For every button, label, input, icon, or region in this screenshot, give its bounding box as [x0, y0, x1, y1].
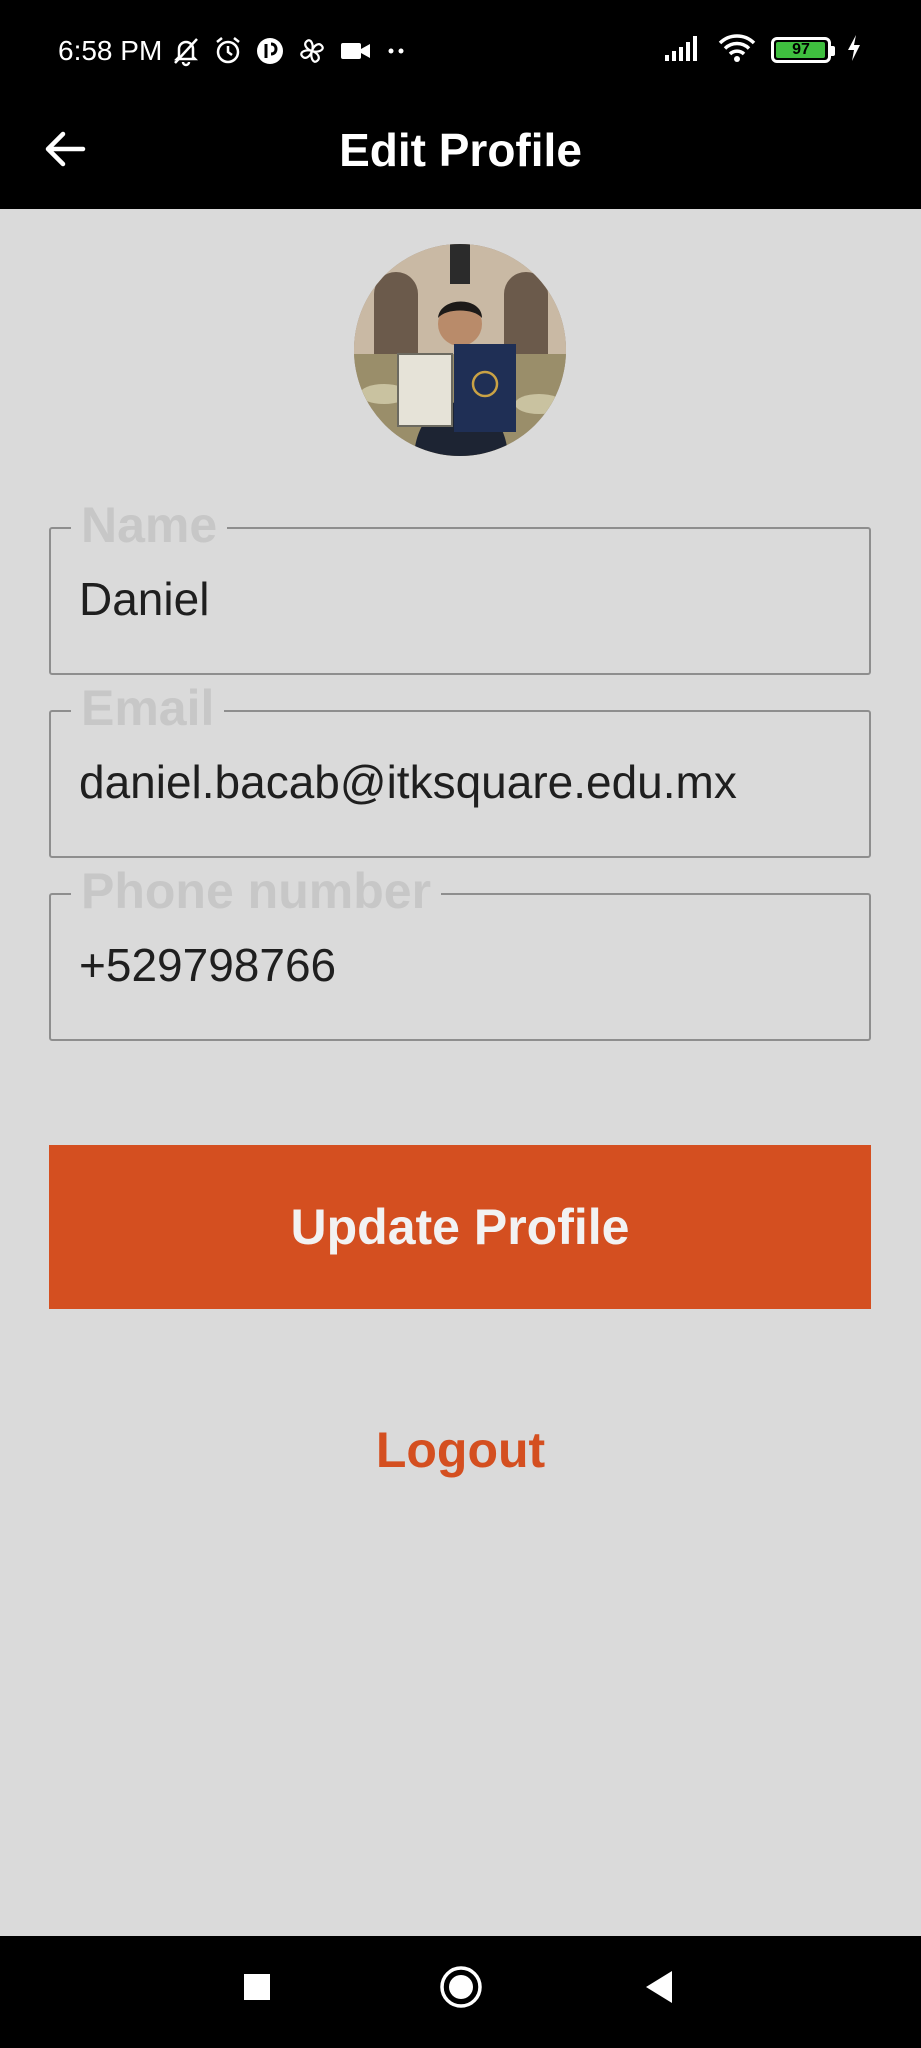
status-time: 6:58 PM	[58, 35, 163, 66]
app-bar: Edit Profile	[0, 100, 921, 209]
more-dots-icon	[382, 35, 410, 67]
phone-input[interactable]	[79, 935, 849, 995]
phone-label: Phone number	[71, 861, 442, 921]
update-profile-button[interactable]: Update Profile	[49, 1145, 871, 1309]
notification-icons	[170, 34, 410, 68]
logout-button[interactable]: Logout	[0, 1418, 921, 1482]
system-icons: 97	[663, 30, 863, 70]
back-triangle-icon[interactable]	[642, 1968, 676, 2011]
name-input[interactable]	[79, 569, 849, 629]
mute-icon	[170, 35, 202, 67]
battery-cap	[831, 46, 835, 56]
system-nav-bar	[0, 1936, 921, 2048]
battery-icon: 97	[771, 37, 835, 63]
name-label: Name	[71, 495, 228, 555]
signal-icon	[663, 33, 703, 68]
status-bar: 6:58 PM 97	[0, 0, 921, 100]
email-field: Email	[49, 678, 871, 858]
home-circle-icon[interactable]	[438, 1964, 484, 2015]
page-title: Edit Profile	[339, 124, 582, 176]
profile-photo	[354, 244, 566, 456]
phone-field: Phone number	[49, 861, 871, 1041]
alarm-icon	[212, 35, 244, 67]
app-notification-icon	[254, 35, 286, 67]
charging-icon	[845, 33, 863, 68]
video-icon	[338, 35, 372, 67]
pinwheel-icon	[296, 35, 328, 67]
wifi-icon	[717, 33, 757, 68]
name-field: Name	[49, 495, 871, 675]
email-input[interactable]	[79, 752, 849, 812]
recents-square-icon[interactable]	[242, 1972, 272, 2007]
avatar[interactable]	[354, 244, 566, 456]
battery-level: 97	[792, 41, 810, 58]
email-label: Email	[71, 678, 225, 738]
